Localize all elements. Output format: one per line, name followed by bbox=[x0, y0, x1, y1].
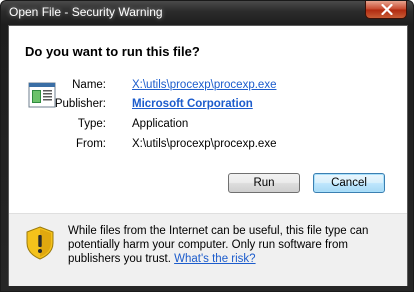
from-label: From: bbox=[75, 138, 106, 150]
dialog-body: Do you want to run this file? Name: X:\u… bbox=[8, 25, 408, 286]
name-link[interactable]: X:\utils\procexp\procexp.exe bbox=[132, 79, 276, 91]
type-value: Application bbox=[132, 118, 189, 130]
warning-text-block: While files from the Internet can be use… bbox=[68, 224, 393, 266]
window-title: Open File - Security Warning bbox=[9, 5, 163, 19]
publisher-link[interactable]: Microsoft Corporation bbox=[132, 98, 253, 110]
warning-shield-icon bbox=[26, 226, 54, 260]
cancel-button[interactable]: Cancel bbox=[313, 173, 385, 193]
from-value: X:\utils\procexp\procexp.exe bbox=[132, 138, 277, 150]
title-bar[interactable]: Open File - Security Warning bbox=[1, 1, 413, 25]
close-button[interactable] bbox=[365, 1, 407, 19]
type-label: Type: bbox=[77, 118, 106, 130]
run-button[interactable]: Run bbox=[228, 173, 300, 193]
warning-panel: While files from the Internet can be use… bbox=[9, 213, 407, 286]
security-warning-window: Open File - Security Warning Do you want… bbox=[0, 0, 414, 292]
whats-the-risk-link[interactable]: What's the risk? bbox=[174, 253, 255, 265]
close-icon bbox=[381, 4, 393, 15]
name-label: Name: bbox=[72, 79, 106, 91]
dialog-heading: Do you want to run this file? bbox=[25, 44, 200, 59]
publisher-label: Publisher: bbox=[54, 98, 106, 110]
